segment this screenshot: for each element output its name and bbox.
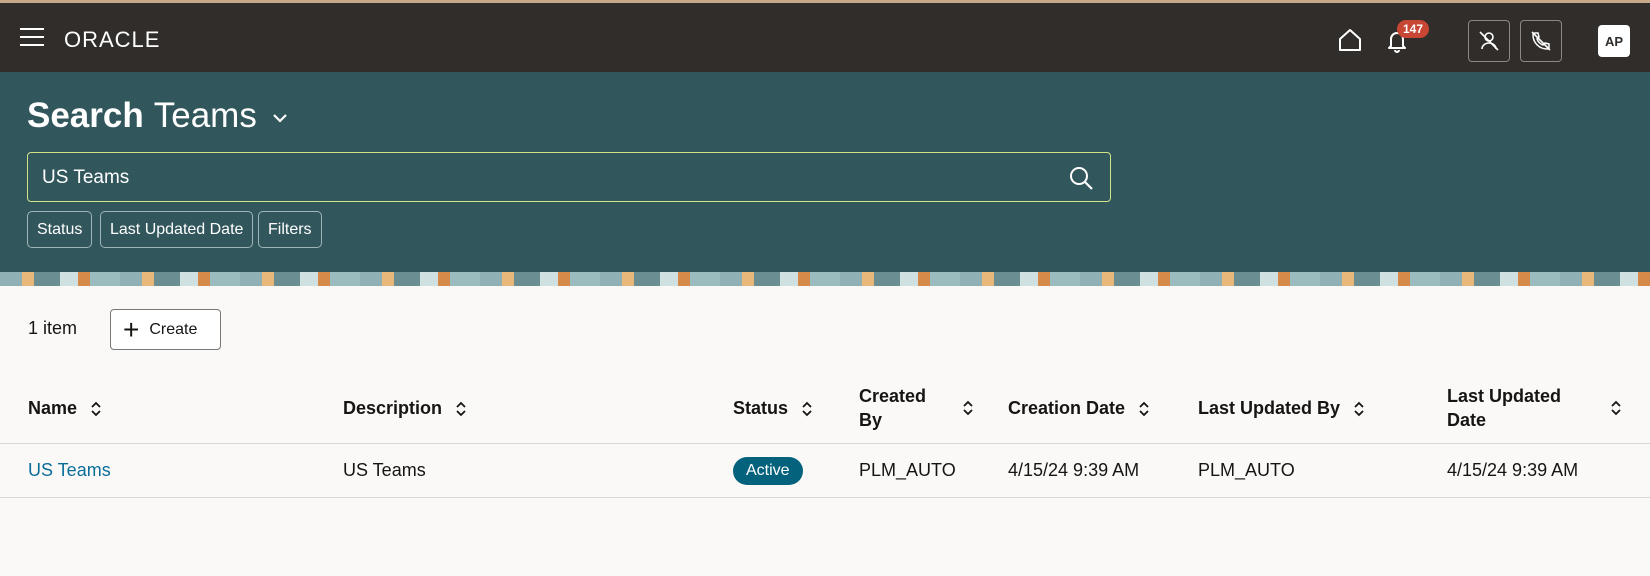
decorative-banner xyxy=(0,272,1650,286)
column-header-created-by[interactable]: Created By xyxy=(859,384,975,432)
column-header-creation-date[interactable]: Creation Date xyxy=(1008,398,1151,419)
notification-badge: 147 xyxy=(1397,20,1430,38)
column-header-status[interactable]: Status xyxy=(733,398,814,419)
page-title-bold: Search xyxy=(27,96,144,135)
column-header-last-updated-date[interactable]: Last Updated Date xyxy=(1447,384,1623,432)
last-updated-date-filter-chip[interactable]: Last Updated Date xyxy=(100,211,254,248)
page-title[interactable]: Search Teams xyxy=(27,96,289,136)
sort-icon xyxy=(1611,400,1621,416)
team-name-link[interactable]: US Teams xyxy=(28,460,111,481)
filters-chip[interactable]: Filters xyxy=(258,211,322,248)
search-input[interactable] xyxy=(42,165,1022,191)
page-title-object: Teams xyxy=(153,96,257,135)
column-header-last-updated-by[interactable]: Last Updated By xyxy=(1198,398,1366,419)
cell-description: US Teams xyxy=(343,460,426,480)
search-header: Search Teams Status Last Updated Date Fi… xyxy=(0,72,1650,286)
search-field[interactable] xyxy=(27,152,1111,202)
sort-icon xyxy=(1354,401,1364,416)
table-header-divider xyxy=(0,443,1650,444)
create-button-label: Create xyxy=(149,320,198,338)
user-avatar[interactable]: AP xyxy=(1598,25,1630,57)
sort-icon xyxy=(91,401,101,416)
item-count: 1 item xyxy=(28,318,78,338)
cell-last-updated-date: 4/15/24 9:39 AM xyxy=(1447,460,1579,480)
menu-icon[interactable] xyxy=(20,28,44,48)
status-badge: Active xyxy=(733,457,803,485)
oracle-logo: ORACLE xyxy=(64,27,161,52)
column-header-name[interactable]: Name xyxy=(28,398,103,419)
phone-off-icon xyxy=(1531,31,1551,51)
cell-created-by: PLM_AUTO xyxy=(859,460,956,480)
status-filter-chip[interactable]: Status xyxy=(27,211,93,248)
plus-icon: + xyxy=(123,313,140,345)
sort-icon xyxy=(1139,401,1149,416)
sort-icon xyxy=(963,400,973,416)
create-button[interactable]: + Create xyxy=(110,309,221,350)
column-header-description[interactable]: Description xyxy=(343,398,468,419)
table-row-divider xyxy=(0,497,1650,498)
home-icon[interactable] xyxy=(1336,26,1364,54)
search-icon[interactable] xyxy=(1068,165,1094,191)
person-off-icon xyxy=(1479,31,1499,51)
agent-button[interactable] xyxy=(1468,20,1510,62)
chevron-down-icon xyxy=(273,114,287,123)
sort-icon xyxy=(456,401,466,416)
top-bar: ORACLE 147 AP xyxy=(0,0,1650,72)
cell-last-updated-by: PLM_AUTO xyxy=(1198,460,1295,480)
phone-button[interactable] xyxy=(1520,20,1562,62)
sort-icon xyxy=(802,401,812,416)
cell-creation-date: 4/15/24 9:39 AM xyxy=(1008,460,1140,480)
